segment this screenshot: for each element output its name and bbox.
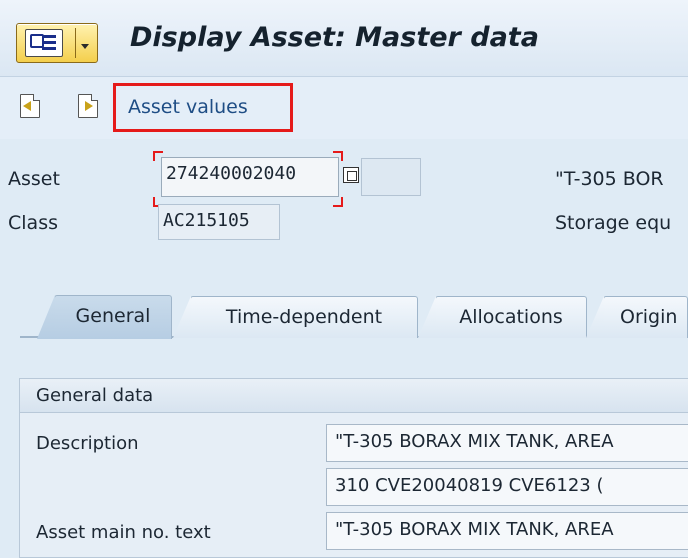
- asset-description: "T-305 BOR: [555, 168, 664, 190]
- next-asset-icon[interactable]: [78, 94, 98, 118]
- asset-values-button[interactable]: Asset values: [113, 83, 293, 132]
- focus-corner-tl: [153, 151, 163, 161]
- asset-subnumber-field[interactable]: [361, 158, 421, 196]
- previous-asset-icon[interactable]: [20, 94, 40, 118]
- asset-main-text-label: Asset main no. text: [36, 522, 211, 543]
- tab-time-dependent[interactable]: Time-dependent: [190, 296, 418, 338]
- focus-corner-br: [333, 197, 343, 207]
- asset-main-text-field[interactable]: "T-305 BORAX MIX TANK, AREA: [326, 512, 688, 550]
- asset-label: Asset: [8, 168, 60, 190]
- description-line2-field[interactable]: 310 CVE20040819 CVE6123 (: [326, 468, 688, 506]
- system-menu-separator: [75, 28, 76, 58]
- tab-allocations[interactable]: Allocations: [435, 296, 587, 338]
- copy-icon[interactable]: [343, 167, 359, 183]
- dropdown-arrow-icon: [81, 44, 89, 49]
- system-menu-icon: [25, 29, 63, 57]
- class-field: AC215105: [158, 204, 280, 240]
- tab-general[interactable]: General: [54, 295, 172, 339]
- title-bar: Display Asset: Master data: [0, 0, 688, 77]
- asset-values-label: Asset values: [128, 96, 248, 118]
- class-label: Class: [8, 212, 58, 234]
- description-label: Description: [36, 433, 139, 454]
- description-field[interactable]: "T-305 BORAX MIX TANK, AREA: [326, 424, 688, 462]
- page-title: Display Asset: Master data: [130, 22, 539, 53]
- general-data-title: General data: [36, 385, 154, 406]
- application-toolbar: Asset values: [0, 77, 688, 139]
- class-description: Storage equ: [555, 212, 672, 234]
- tab-origin[interactable]: Origin: [603, 296, 688, 338]
- system-menu-button[interactable]: [16, 23, 98, 63]
- asset-number-field[interactable]: 274240002040: [161, 157, 339, 197]
- focus-corner-tr: [333, 151, 343, 161]
